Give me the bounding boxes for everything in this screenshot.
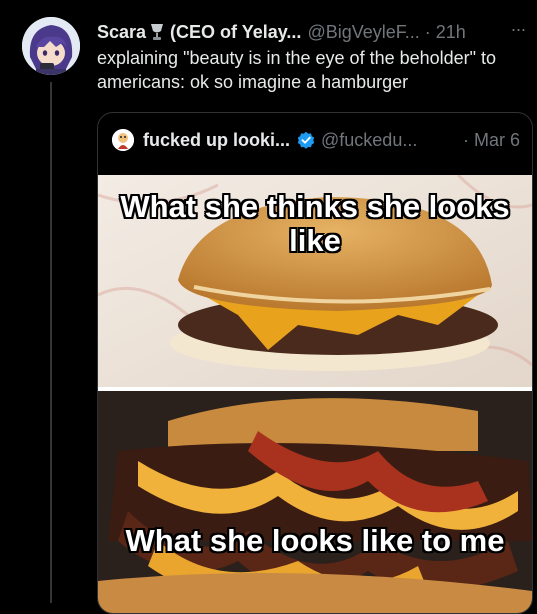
quoted-timestamp: Mar 6 [473,129,520,150]
meme-top-panel: What she thinks she looks like [98,175,532,387]
avatar-illustration [22,17,80,75]
quoted-separator-dot: · [462,129,469,150]
more-options-icon[interactable]: ··· [507,20,529,44]
meme-bottom-panel: What she looks like to me [98,391,532,613]
thread-line [50,82,52,603]
tweet-text: explaining "beauty is in the eye of the … [97,48,497,92]
messy-burger-illustration [98,391,532,613]
quoted-author-name[interactable]: fucked up looki... [143,130,290,151]
quoted-tweet-card[interactable]: fucked up looki... @fuckedu... · Mar 6 W… [97,112,533,614]
meme-bottom-caption: What she looks like to me [125,523,505,558]
quoted-tweet-time[interactable]: · Mar 6 [463,130,520,151]
verified-badge-icon [297,131,315,149]
author-avatar[interactable] [22,17,80,75]
separator-dot: · [424,22,431,42]
tweet-header: Scara (CEO of Yelay... @BigVeyleF... · 2… [97,20,529,44]
quoted-author-handle[interactable]: @fuckedu... [321,130,417,151]
quoted-tweet-header: fucked up looki... @fuckedu... · Mar 6 [112,127,520,153]
trophy-icon [148,22,166,42]
author-badge-text[interactable]: (CEO of Yelay... [170,20,301,44]
author-handle[interactable]: @BigVeyleF... [307,20,419,44]
quoted-author-avatar[interactable] [112,129,134,151]
meme-top-caption: What she thinks she looks like [120,189,510,258]
tweet-timestamp[interactable]: 21h [436,20,466,44]
meme-image[interactable]: What she thinks she looks like What she … [98,175,532,613]
author-name[interactable]: Scara [97,20,146,44]
